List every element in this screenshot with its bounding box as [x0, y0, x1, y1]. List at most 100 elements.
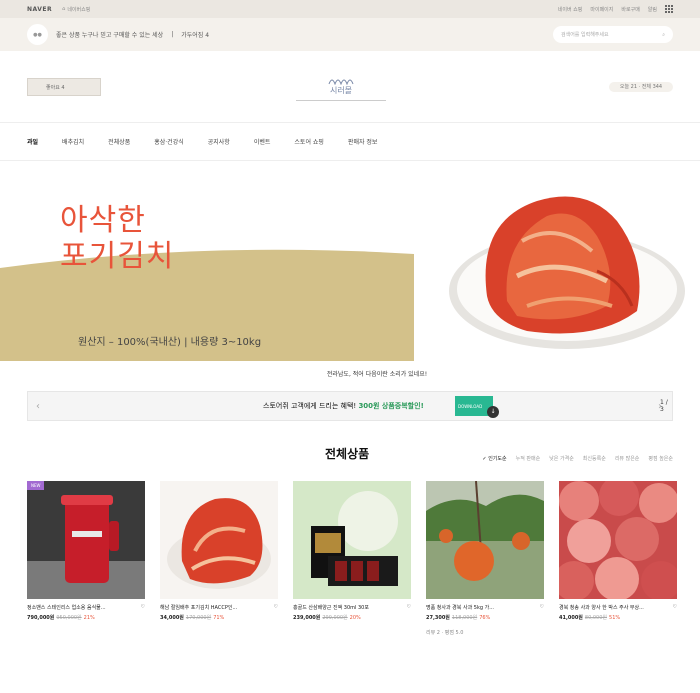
nav-item-store[interactable]: 스토어 쇼핑 — [294, 137, 324, 146]
naver-logo[interactable]: NAVER — [27, 6, 52, 13]
heart-icon[interactable]: ♡ — [540, 604, 544, 611]
product-title[interactable]: 경북 청송 사과 양사 한 박스 주사 부상... — [559, 604, 644, 611]
nav-item-seller[interactable]: 판매자 정보 — [348, 137, 378, 146]
price-value: 239,000원 — [293, 615, 321, 621]
bin-image — [27, 481, 145, 599]
price-value: 34,000원 — [160, 615, 184, 621]
banner-title-line2: 포기김치 — [60, 239, 175, 274]
product-title[interactable]: 명품 청사과 경북 사과 5kg 가... — [426, 604, 494, 611]
cart-icon: ⌂ — [62, 6, 66, 12]
product-image[interactable] — [160, 481, 278, 599]
app-grid-icon[interactable] — [665, 5, 673, 13]
logo-mark-icon — [328, 79, 354, 85]
product-image[interactable]: NEW — [27, 481, 145, 599]
product-list: NEW 정소밴스 스테인리스 업소용 음식물... ♡ 790,000원 950,0… — [0, 481, 700, 636]
notice-text: 좋은 상품 누구나 믿고 구매할 수 있는 세상 — [56, 32, 164, 39]
download-icon[interactable]: ↓ — [487, 406, 499, 418]
store-header: 좋아요 4 시러몰 오늘 21 · 전체 344 — [0, 51, 700, 123]
product-title[interactable]: 해남 절임배추 포기김치 HACCP인... — [160, 604, 237, 611]
promo-slider[interactable]: ‹ 스토어쥐 고객에게 드리는 혜택! 300원 상품중복할인! DOWNLOA… — [27, 391, 673, 421]
shopping-link[interactable]: ⌂ 네이버쇼핑 — [62, 6, 90, 13]
search-input[interactable]: 검색어를 입력해주세요 ⌕ — [553, 26, 673, 43]
like-button[interactable]: 좋아요 4 — [27, 78, 101, 96]
kimchi-thumb-image — [160, 481, 278, 599]
original-price: 299,000원 — [322, 615, 348, 621]
nav-item-event[interactable]: 이벤트 — [254, 137, 271, 146]
price-value: 27,300원 — [426, 615, 450, 621]
product-image[interactable] — [559, 481, 677, 599]
sort-low-price[interactable]: 낮은 가격순 — [549, 455, 574, 462]
sort-rating[interactable]: 평점 높은순 — [648, 455, 673, 462]
search-icon[interactable]: ⌕ — [662, 32, 665, 38]
top-bar: NAVER ⌂ 네이버쇼핑 네이버 쇼핑 마이페이지 바로구매 알림 — [0, 0, 700, 18]
new-badge: NEW — [27, 481, 45, 490]
notice-extra: 가두어짐 4 — [181, 32, 210, 39]
sort-reviews[interactable]: 리뷰 많은순 — [615, 455, 640, 462]
section-title: 전체상품 — [325, 447, 370, 461]
sort-options: ✓ 인기도순 누적 판매순 낮은 가격순 최신등록순 리뷰 많은순 평점 높은순 — [482, 455, 673, 462]
notice-divider: | — [171, 31, 174, 38]
heart-icon[interactable]: ♡ — [673, 604, 677, 611]
heart-icon[interactable]: ♡ — [274, 604, 278, 611]
chevron-right-icon[interactable]: › — [658, 401, 662, 412]
sort-newest[interactable]: 최신등록순 — [583, 455, 606, 462]
sort-popular[interactable]: ✓ 인기도순 — [482, 455, 506, 462]
product-price: 34,000원 170,000원 71% — [160, 614, 278, 621]
product-title[interactable]: 정소밴스 스테인리스 업소용 음식물... — [27, 604, 106, 611]
original-price: 170,000원 — [185, 615, 212, 621]
product-price: 27,300원 118,000원 76% — [426, 614, 544, 621]
product-card[interactable]: 명품 청사과 경북 사과 5kg 가... ♡ 27,300원 118,000원 76… — [426, 481, 544, 636]
product-title-row: 경북 청송 사과 양사 한 박스 주사 부상... ♡ — [559, 604, 677, 611]
product-card[interactable]: 홍골드 산삼배양근 진액 30ml 30포 ♡ 239,000원 299,000원 2… — [293, 481, 411, 636]
product-card[interactable]: NEW 정소밴스 스테인리스 업소용 음식물... ♡ 790,000원 950,0… — [27, 481, 145, 636]
product-image[interactable] — [293, 481, 411, 599]
store-avatar[interactable]: ●● — [27, 24, 48, 45]
top-link-4[interactable]: 알림 — [648, 6, 657, 13]
nav-item-notice[interactable]: 공지사항 — [208, 137, 230, 146]
discount-rate: 51% — [609, 615, 621, 621]
promo-text-highlight: 300원 상품중복할인! — [358, 402, 424, 410]
top-link-3[interactable]: 바로구매 — [621, 6, 639, 13]
persimmon-image — [426, 481, 544, 599]
product-price: 239,000원 299,000원 20% — [293, 614, 411, 621]
product-price: 41,000원 80,000원 51% — [559, 614, 677, 621]
kimchi-image — [449, 196, 685, 349]
shopping-label: 네이버쇼핑 — [67, 6, 91, 13]
like-label: 좋아요 4 — [46, 84, 65, 91]
main-banner[interactable]: 아삭한 포기김치 원산지 – 100%(국내산) | 내용량 3~10kg — [0, 161, 700, 361]
price-value: 790,000원 — [27, 615, 55, 621]
product-title-row: 해남 절임배추 포기김치 HACCP인... ♡ — [160, 604, 278, 611]
price-value: 41,000원 — [559, 615, 583, 621]
original-price: 80,000원 — [584, 615, 608, 621]
promo-text: 스토어쥐 고객에게 드리는 혜택! 300원 상품중복할인! — [263, 401, 424, 411]
logo-text: 시러몰 — [329, 86, 353, 95]
heart-icon[interactable]: ♡ — [141, 604, 145, 611]
product-card[interactable]: 해남 절임배추 포기김치 HACCP인... ♡ 34,000원 170,000원 7… — [160, 481, 278, 636]
review-summary: 리뷰 2 · 평점 5.0 — [426, 630, 464, 636]
top-link-2[interactable]: 마이페이지 — [590, 6, 613, 13]
banner-caption: 전라남도, 적어 다음이란 소리가 있네요! — [326, 371, 428, 378]
chevron-left-icon[interactable]: ‹ — [36, 401, 40, 412]
product-card[interactable]: 경북 청송 사과 양사 한 박스 주사 부상... ♡ 41,000원 80,000… — [559, 481, 677, 636]
product-section-header: 전체상품 ✓ 인기도순 누적 판매순 낮은 가격순 최신등록순 리뷰 많은순 평… — [0, 441, 700, 481]
nav-item-kimchi[interactable]: 배추김치 — [62, 137, 84, 146]
original-price: 118,000원 — [451, 615, 478, 621]
sort-sales[interactable]: 누적 판매순 — [516, 455, 541, 462]
visitor-stats: 오늘 21 · 전체 344 — [609, 82, 673, 92]
banner-title-line1: 아삭한 — [60, 203, 146, 238]
nav-item-health[interactable]: 홍삼·건강식 — [154, 137, 184, 146]
top-link-1[interactable]: 네이버 쇼핑 — [558, 6, 583, 13]
heart-icon[interactable]: ♡ — [407, 604, 411, 611]
banner-title: 아삭한 포기김치 — [60, 203, 174, 275]
apple-image — [559, 481, 677, 599]
product-title-row: 홍골드 산삼배양근 진액 30ml 30포 ♡ — [293, 604, 411, 611]
nav-item-all[interactable]: 전체상품 — [108, 137, 130, 146]
product-title[interactable]: 홍골드 산삼배양근 진액 30ml 30포 — [293, 604, 369, 611]
notice-bar: ●● 좋은 상품 누구나 믿고 구매할 수 있는 세상 | 가두어짐 4 검색어… — [0, 18, 700, 51]
category-nav: 과일 배추김치 전체상품 홍삼·건강식 공지사항 이벤트 스토어 쇼핑 판매자 … — [0, 123, 700, 161]
product-title-row: 명품 청사과 경북 사과 5kg 가... ♡ — [426, 604, 544, 611]
store-logo[interactable]: 시러몰 — [296, 69, 386, 101]
nav-item-fruit[interactable]: 과일 — [27, 137, 38, 146]
product-price: 790,000원 950,000원 21% — [27, 614, 145, 621]
product-image[interactable] — [426, 481, 544, 599]
